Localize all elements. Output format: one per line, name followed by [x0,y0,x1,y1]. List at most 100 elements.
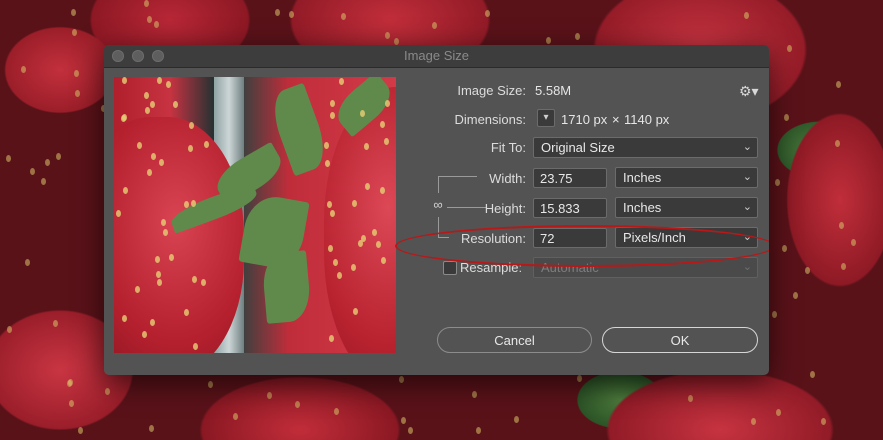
strawberry-seed [821,418,826,425]
strawberry-seed [485,10,490,17]
strawberry-seed [154,21,159,28]
strawberry-seed [69,400,74,407]
strawberry-seed [275,9,280,16]
preview-seed [150,319,155,326]
strawberry-seed [74,70,79,77]
strawberry-seed [6,155,11,162]
dimensions-label: Dimensions: [454,112,526,127]
strawberry-seed [432,22,437,29]
title-bar: Image Size [104,45,769,68]
preview-seed [337,272,342,279]
strawberry-seed [105,388,110,395]
preview-seed [380,121,385,128]
window-title: Image Size [403,48,470,63]
preview-seed [189,122,194,129]
strawberry-seed [784,114,789,121]
preview-seed [157,279,162,286]
preview-seed [135,286,140,293]
strawberry-seed [385,32,390,39]
strawberry-seed [334,408,339,415]
resample-checkbox[interactable] [443,261,457,275]
preview-seed [161,219,166,226]
fit-to-value: Original Size [541,140,615,155]
strawberry-seed [67,380,72,387]
height-unit-value: Inches [623,200,662,215]
chevron-down-icon[interactable]: ▾ [537,109,555,127]
preview-seed [147,169,152,176]
strawberry-seed [41,178,46,185]
preview-seed [324,142,329,149]
preview-seed [339,78,344,85]
strawberry-seed [30,168,35,175]
preview-seed [150,101,155,108]
strawberry-seed [149,425,154,432]
strawberry-seed [25,259,30,266]
image-size-dialog: Image Size Image Size: 5.58M ⚙▾ Dimensio… [104,45,769,375]
cancel-button[interactable]: Cancel [437,327,592,353]
preview-seed [365,183,370,190]
gear-icon[interactable]: ⚙▾ [739,83,759,100]
strawberry-seed [688,395,693,402]
strawberry-seed [851,239,856,246]
fit-to-label: Fit To: [490,140,526,155]
preview-seed [384,138,389,145]
strawberry-seed [399,376,404,383]
preview-seed [364,143,369,150]
height-input[interactable]: 15.833 [533,198,607,218]
preview-seed [144,92,149,99]
strawberry-seed [575,33,580,40]
strawberry-seed [147,16,152,23]
preview-seed [184,201,189,208]
width-input[interactable]: 23.75 [533,168,607,188]
preview-seed [163,229,168,236]
strawberry-seed [835,140,840,147]
preview-leaf [261,250,312,324]
width-unit-value: Inches [623,170,662,185]
strawberry-seed [289,11,294,18]
strawberry-seed [78,427,83,434]
preview-seed [381,257,386,264]
image-size-label: Image Size: [457,83,526,98]
preview-seed [361,235,366,242]
preview-seed [192,276,197,283]
strawberry-seed [7,326,12,333]
strawberry-seed [341,13,346,20]
preview-seed [191,200,196,207]
strawberry-seed [782,245,787,252]
strawberry-seed [751,418,756,425]
preview-seed [156,271,161,278]
preview-seed [330,112,335,119]
width-label: Width: [489,171,526,186]
dimensions-height-value: 1140 px [624,112,670,127]
preview-seed [122,77,127,84]
dimensions-separator: × [612,112,620,127]
preview-seed [193,343,198,350]
height-label: Height: [484,201,526,216]
strawberry-seed [53,320,58,327]
strawberry-seed [839,222,844,229]
preview-seed [385,100,390,107]
preview-seed [151,153,156,160]
preview-seed [184,309,189,316]
strawberry-seed [775,179,780,186]
preview-seed [328,245,333,252]
height-unit-select[interactable]: Inches ⌄ [615,197,758,218]
preview-seed [376,241,381,248]
preview-seed [333,259,338,266]
preview-seed [142,331,147,338]
width-unit-select[interactable]: Inches ⌄ [615,167,758,188]
image-preview[interactable] [114,77,396,353]
preview-seed [155,256,160,263]
preview-seed [325,160,330,167]
strawberry-seed [514,416,519,423]
strawberry-seed [401,417,406,424]
preview-seed [166,81,171,88]
preview-seed [169,254,174,261]
preview-seed [329,335,334,342]
fit-to-select[interactable]: Original Size ⌄ [533,137,758,158]
strawberry-seed [75,90,80,97]
preview-seed [159,159,164,166]
ok-button[interactable]: OK [602,327,758,353]
strawberry-seed [267,392,272,399]
preview-seed [137,142,142,149]
